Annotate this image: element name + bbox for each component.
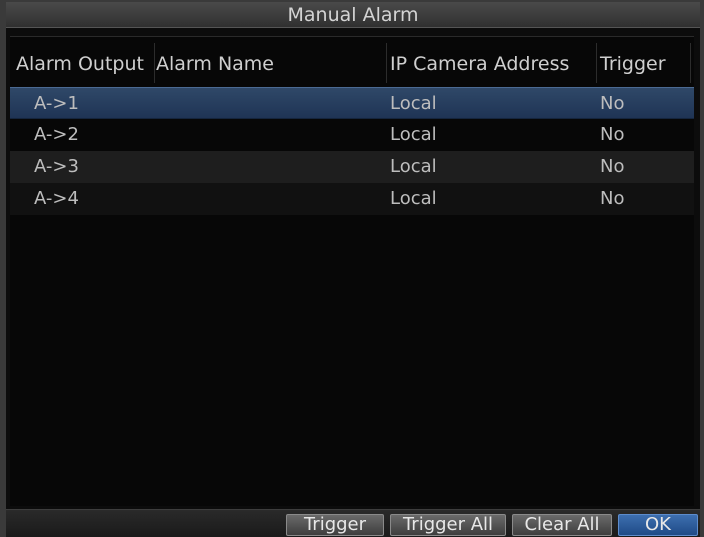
trigger-all-button[interactable]: Trigger All: [390, 514, 506, 536]
clear-all-button[interactable]: Clear All: [512, 514, 612, 536]
cell-alarm-output: A->1: [34, 93, 79, 114]
column-divider: [690, 43, 691, 83]
table-row[interactable]: A->3 Local No: [10, 151, 694, 183]
cell-trigger: No: [600, 188, 625, 209]
cell-alarm-output: A->4: [34, 188, 79, 209]
header-alarm-name: Alarm Name: [156, 53, 274, 75]
button-bar: Trigger Trigger All Clear All OK: [6, 509, 700, 537]
cell-ip-camera-address: Local: [390, 156, 437, 177]
table-row[interactable]: A->1 Local No: [10, 87, 694, 119]
cell-alarm-output: A->2: [34, 124, 79, 145]
cell-trigger: No: [600, 124, 625, 145]
cell-ip-camera-address: Local: [390, 93, 437, 114]
header-trigger: Trigger: [600, 53, 666, 75]
alarm-output-table: Alarm Output Alarm Name IP Camera Addres…: [10, 36, 694, 506]
header-ip-camera-address: IP Camera Address: [390, 53, 570, 75]
manual-alarm-window: Manual Alarm Alarm Output Alarm Name IP …: [0, 0, 704, 537]
table-row[interactable]: A->4 Local No: [10, 183, 694, 215]
header-alarm-output: Alarm Output: [16, 53, 144, 75]
cell-alarm-output: A->3: [34, 156, 79, 177]
cell-trigger: No: [600, 93, 625, 114]
column-divider: [386, 43, 387, 83]
column-divider: [596, 43, 597, 83]
cell-trigger: No: [600, 156, 625, 177]
window-title: Manual Alarm: [6, 2, 700, 28]
column-divider: [154, 43, 155, 83]
ok-button[interactable]: OK: [618, 514, 698, 536]
table-header: Alarm Output Alarm Name IP Camera Addres…: [10, 37, 694, 87]
cell-ip-camera-address: Local: [390, 188, 437, 209]
table-row[interactable]: A->2 Local No: [10, 119, 694, 151]
cell-ip-camera-address: Local: [390, 124, 437, 145]
trigger-button[interactable]: Trigger: [286, 514, 384, 536]
